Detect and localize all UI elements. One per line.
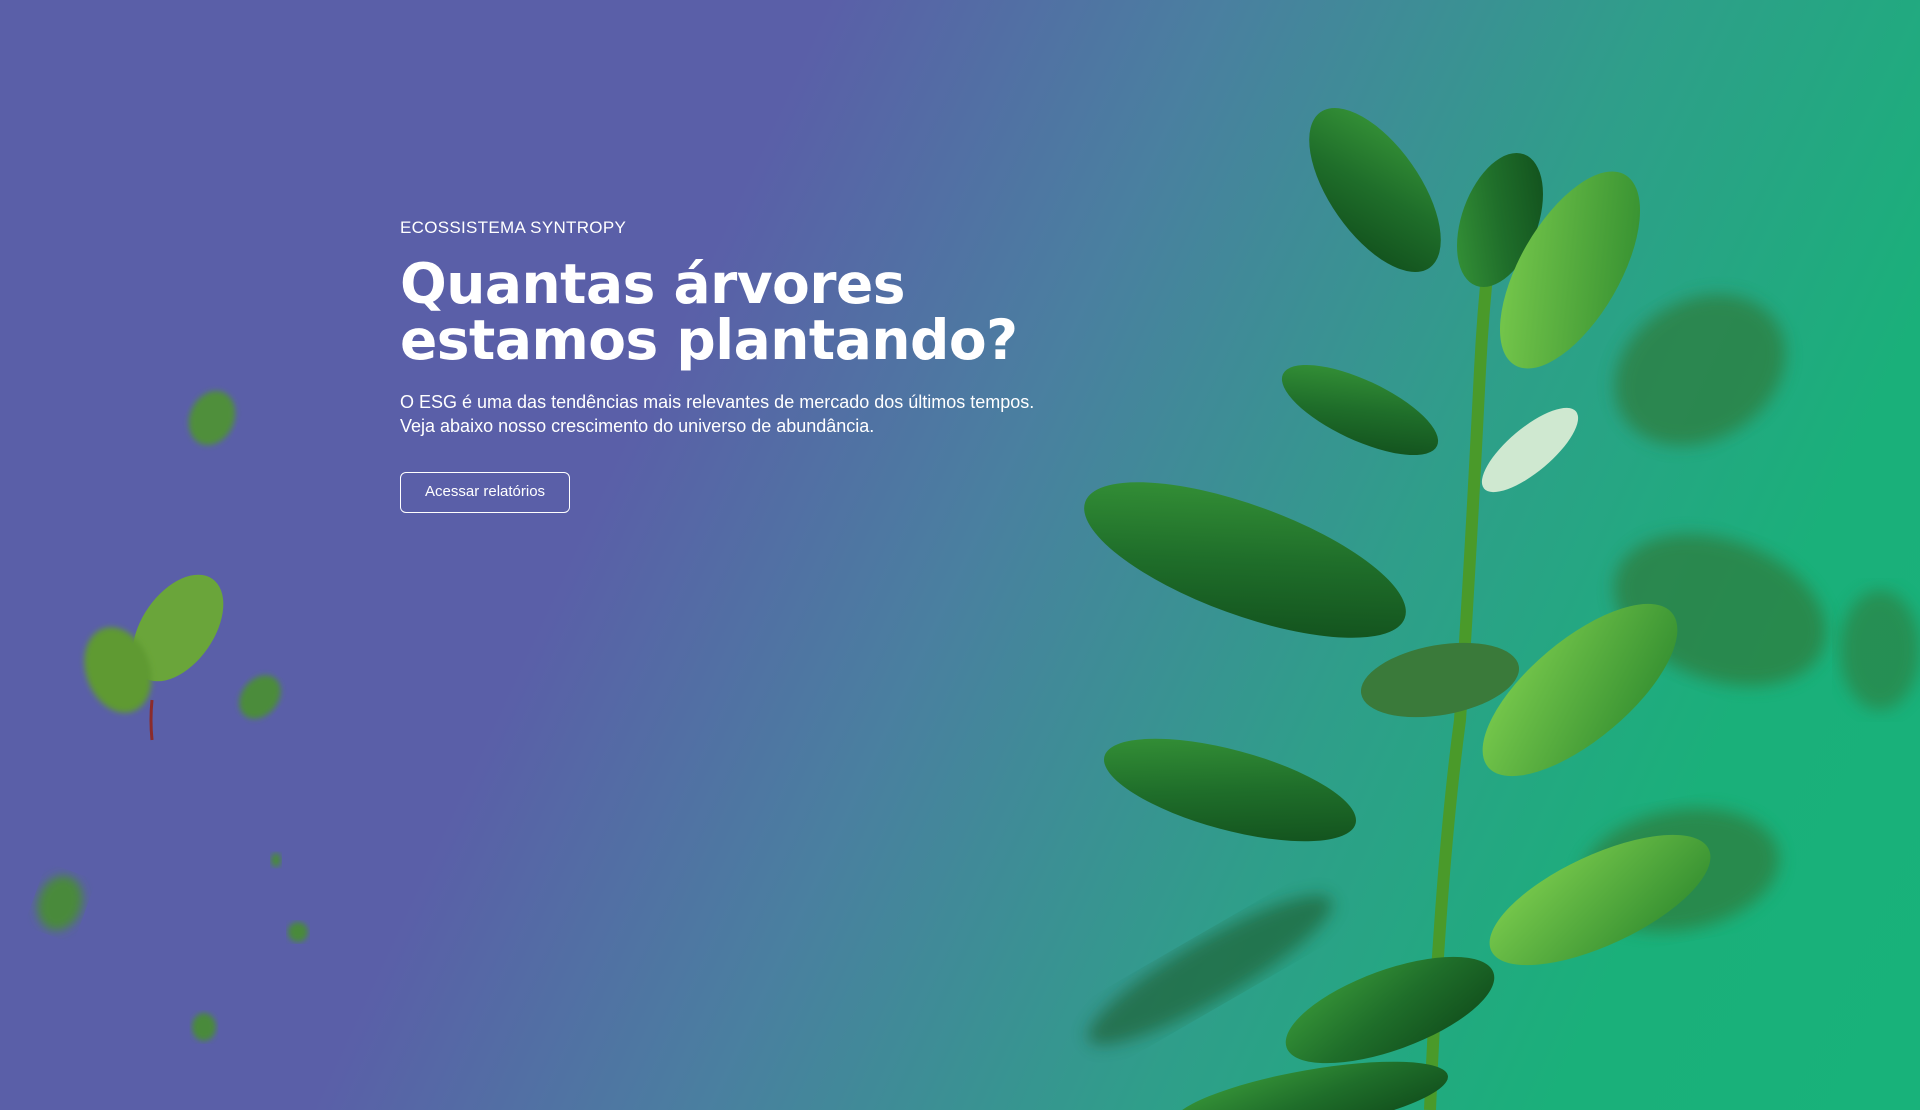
- description-line-1: O ESG é uma das tendências mais relevant…: [400, 392, 1035, 412]
- title-line-2: estamos plantando?: [400, 308, 1018, 372]
- eyebrow-label: ECOSSISTEMA SYNTROPY: [400, 218, 627, 237]
- title-line-1: Quantas árvores: [400, 252, 906, 316]
- floating-leaves-decoration: [37, 390, 308, 1041]
- plant-illustration: [1084, 108, 1920, 1110]
- hero-section: ECOSSISTEMA SYNTROPY Quantas árvores est…: [0, 0, 1920, 1110]
- hero-content: ECOSSISTEMA SYNTROPY Quantas árvores est…: [400, 218, 1120, 513]
- access-reports-button[interactable]: Acessar relatórios: [400, 472, 571, 513]
- hero-description: O ESG é uma das tendências mais relevant…: [400, 390, 1120, 438]
- page-title: Quantas árvores estamos plantando?: [400, 256, 1120, 368]
- description-line-2: Veja abaixo nosso crescimento do univers…: [400, 416, 875, 436]
